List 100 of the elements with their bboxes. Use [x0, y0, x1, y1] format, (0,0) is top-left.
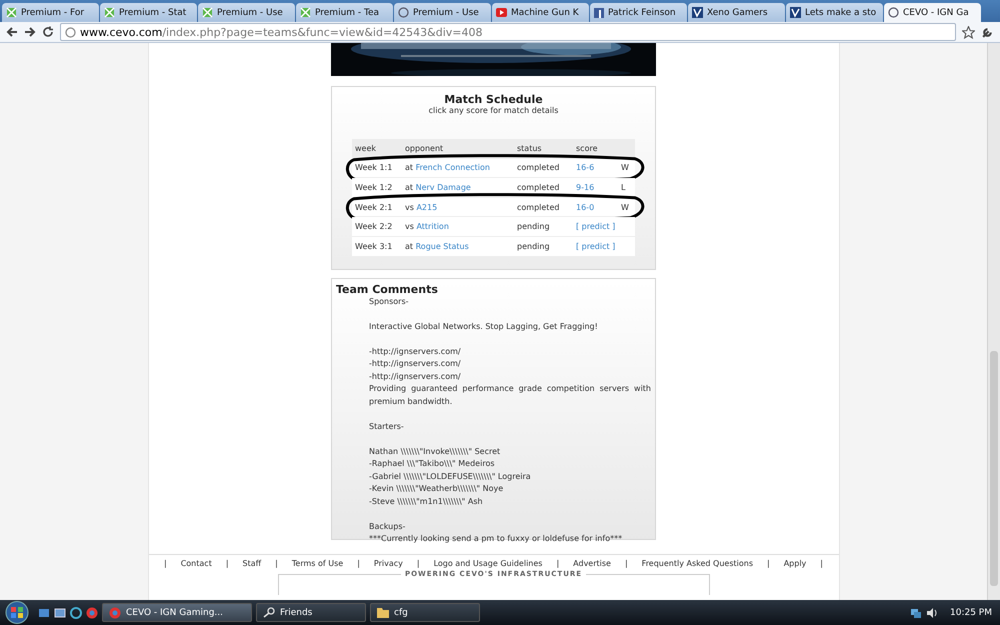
panel-title: Match Schedule [444, 93, 543, 106]
team-link[interactable]: Rogue Status [416, 242, 469, 251]
team-link[interactable]: Attrition [416, 222, 449, 232]
browser-tab[interactable]: Lets make a sto [786, 3, 883, 22]
column-header: status [516, 144, 543, 153]
footer-link[interactable]: Contact [180, 558, 212, 568]
comment-line: -Gabriel \\\\\\\"LOLDEFUSE\\\\\\\" Logreira [369, 470, 532, 483]
table-cell-text: Week 2:2 [354, 222, 394, 232]
separator: | [226, 558, 229, 568]
forward-icon[interactable] [24, 26, 36, 38]
table-cell-text: at Nerv Damage [404, 182, 472, 192]
table-cell-text: completed [516, 163, 560, 172]
table-cell-text: pending [516, 222, 551, 232]
taskbar-button[interactable]: cfg [370, 603, 480, 622]
comment-line: -Raphael \\\"Takibo\\\" Medeiros [369, 458, 496, 470]
network-icon[interactable] [910, 606, 922, 618]
score-link[interactable]: 9-16 [576, 182, 594, 192]
separator: | [164, 558, 167, 568]
folder-icon [377, 607, 389, 618]
browser-tab[interactable]: Premium - For [2, 3, 99, 22]
browser-tab[interactable]: Premium - Use [394, 3, 491, 22]
comment-line: Interactive Global Networks. Stop Lagging, Get Fragging! [369, 320, 599, 333]
score-link[interactable]: 16-0 [576, 202, 594, 212]
team-link[interactable]: Nerv Damage [416, 182, 471, 192]
taskbar-button[interactable]: CEVO - IGN Gaming... [102, 603, 252, 622]
footer-link[interactable]: Logo and Usage Guidelines [434, 558, 542, 568]
browser-tab[interactable]: Patrick Feinson [590, 3, 687, 22]
comment-line: Providing guaranteed performance grade competition servers with premium bandwidth. [369, 383, 651, 408]
reload-icon[interactable] [42, 26, 54, 38]
comment-line: Nathan \\\\\\\"Invoke\\\\\\\" Secret [369, 446, 502, 458]
separator: | [624, 558, 628, 568]
score-link[interactable]: [ predict ] [576, 222, 616, 232]
score-link[interactable]: [ predict ] [576, 242, 616, 251]
score-link[interactable]: 16-6 [576, 163, 594, 172]
star-icon[interactable] [962, 26, 975, 38]
speaker-icon[interactable] [926, 606, 938, 618]
comment-line: Sponsors- [369, 296, 410, 308]
column-header: opponent [404, 144, 444, 153]
column-header: week [354, 144, 378, 153]
desktop-icon[interactable] [38, 606, 50, 618]
address-bar[interactable]: www.cevo.com/index.php?page=teams&func=view&id=42543&div=408 [60, 23, 956, 41]
browser-tab[interactable]: CEVO - IGN Ga [884, 3, 981, 22]
table-cell-text: at French Connection [404, 163, 491, 172]
comment-line: -Steve \\\\\\\"m1n1\\\\\\\" Ash [369, 496, 484, 508]
table-cell-text: Week 1:2 [354, 182, 394, 192]
panel-subtitle: click any score for match details [428, 106, 558, 115]
social-icon [594, 8, 604, 18]
puzzle-icon [6, 7, 17, 18]
browser-icon[interactable] [70, 606, 82, 618]
footer-link[interactable]: Staff [242, 558, 262, 568]
footer-link[interactable]: Frequently Asked Questions [642, 558, 753, 568]
globe-icon [888, 7, 899, 18]
puzzle-icon [104, 7, 115, 18]
comment-line: -Kevin \\\\\\\"Weatherb\\\\\\\" Noye [369, 483, 504, 496]
comment-line: Backups- [369, 520, 406, 533]
taskbar-button[interactable]: Friends [256, 603, 366, 622]
table-cell-text: L [620, 182, 626, 192]
scrollbar[interactable] [987, 43, 1000, 600]
footer-link[interactable]: Advertise [573, 558, 611, 568]
table-cell-text: W [620, 202, 630, 212]
comment-line: -http://ignservers.com/ [369, 370, 462, 383]
separator: | [556, 558, 560, 568]
browser-tab[interactable]: Premium - Tea [296, 3, 393, 22]
table-cell-text: Week 3:1 [354, 242, 394, 251]
browser-tab[interactable]: Premium - Stat [100, 3, 197, 22]
table-cell-text: Week 1:1 [354, 163, 394, 172]
table-cell-text: vs Attrition [404, 222, 450, 232]
puzzle-icon [202, 7, 213, 18]
panel-title: Team Comments [336, 282, 439, 296]
footer-link[interactable]: Privacy [374, 558, 403, 568]
table-cell-text: pending [516, 242, 551, 251]
table-cell-text: at Rogue Status [404, 242, 470, 251]
table-cell-text: Week 2:1 [354, 202, 394, 212]
browser-icon[interactable] [86, 606, 98, 618]
comment-line: -http://ignservers.com/ [369, 358, 462, 370]
comment-line: -http://ignservers.com/ [369, 346, 462, 358]
separator: | [416, 558, 420, 568]
footer-link[interactable]: Apply [784, 558, 806, 568]
globe-icon [65, 26, 76, 38]
globe-icon [398, 7, 409, 18]
browser-tab[interactable]: Premium - Use [198, 3, 295, 22]
browser-tab[interactable]: Xeno Gamers [688, 3, 785, 22]
table-cell-text: W [620, 163, 630, 172]
window-icon[interactable] [54, 606, 66, 618]
team-link[interactable]: French Connection [416, 163, 490, 172]
column-header: score [575, 144, 598, 153]
table-cell-text: completed [516, 202, 560, 212]
footer-link[interactable]: Terms of Use [292, 558, 344, 568]
separator: | [275, 558, 278, 568]
table-cell-text: completed [516, 182, 560, 192]
browser-tab[interactable]: Machine Gun K [492, 3, 589, 22]
browser-icon [109, 606, 121, 618]
play-icon [496, 8, 507, 17]
logo-icon [692, 7, 703, 18]
comment-line: ***Currently looking send a pm to fuxxy or loldefuse for info*** [369, 533, 624, 546]
clock[interactable]: 10:25 PM [950, 608, 992, 618]
separator: | [820, 558, 823, 568]
back-icon[interactable] [6, 26, 18, 38]
team-link[interactable]: A215 [416, 202, 438, 212]
separator: | [766, 558, 770, 568]
